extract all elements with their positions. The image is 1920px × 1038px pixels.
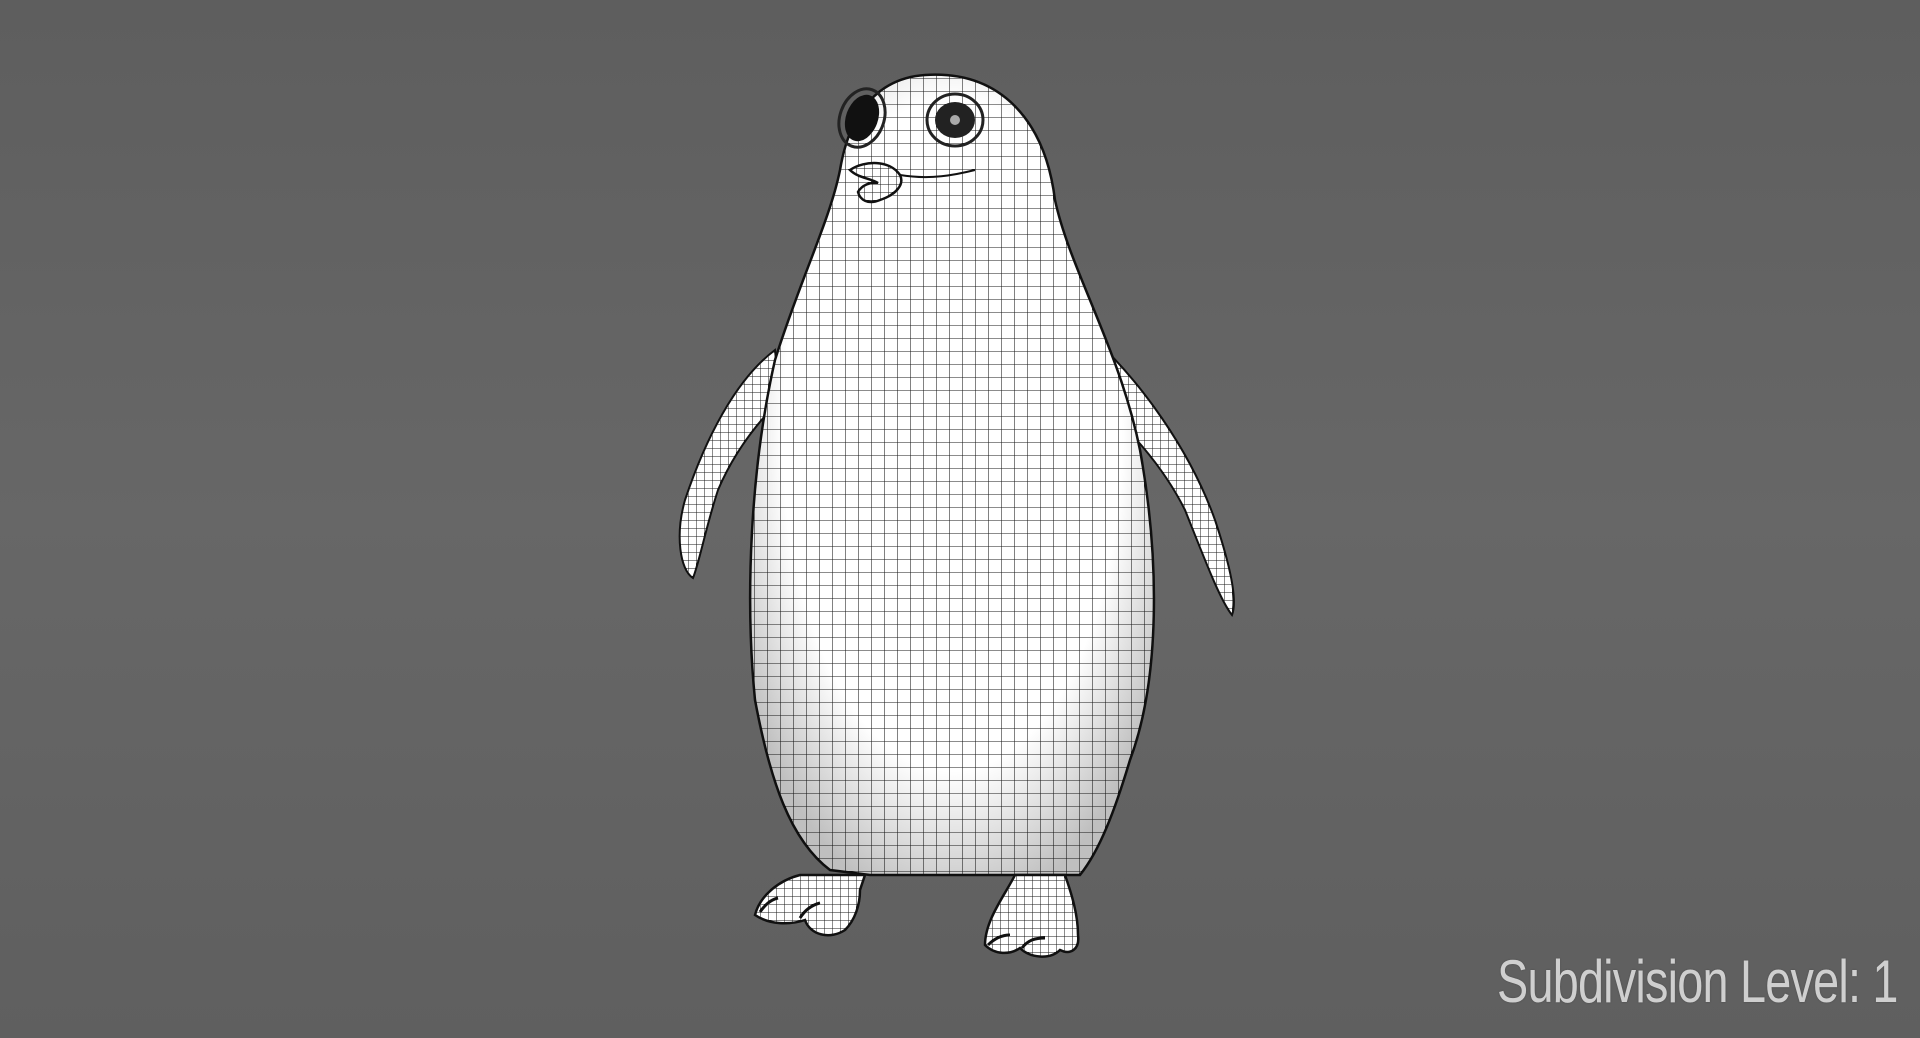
left-foot xyxy=(753,873,867,937)
penguin-wireframe-model xyxy=(678,73,1235,958)
3d-viewport[interactable]: Subdivision Level: 1 xyxy=(0,0,1920,1038)
subdivision-level-label: Subdivision Level: 1 xyxy=(1497,948,1898,1015)
right-foot xyxy=(983,873,1080,958)
